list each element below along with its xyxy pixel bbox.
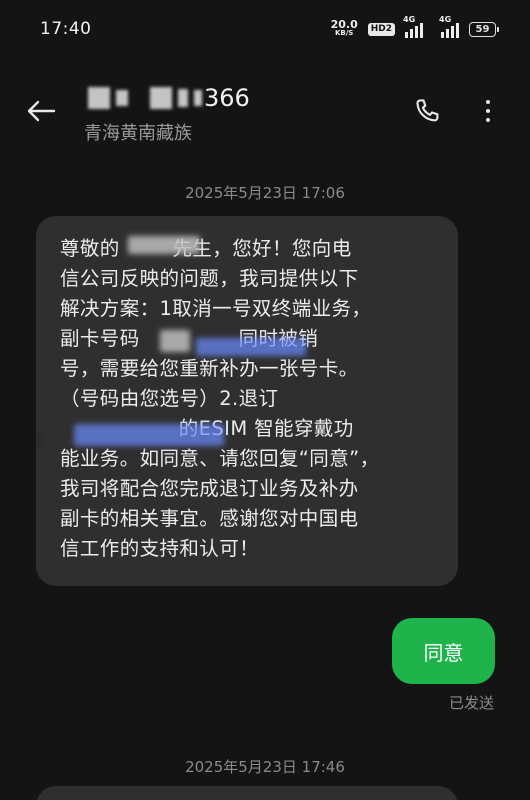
network-speed: 20.0 KB/S	[330, 18, 358, 38]
more-options-button[interactable]	[476, 94, 500, 128]
status-indicators: 20.0 KB/S HD2 4G 4G 59	[330, 15, 499, 38]
phone-icon	[416, 99, 439, 122]
selection-handle	[38, 431, 44, 449]
redaction-overlay	[196, 338, 306, 356]
status-bar: 17:40 20.0 KB/S HD2 4G 4G 59	[0, 0, 530, 58]
redaction-overlay	[128, 236, 200, 254]
battery-icon: 59	[469, 21, 499, 37]
incoming-message-bubble[interactable]	[36, 786, 458, 800]
incoming-message-bubble[interactable]: 尊敬的 先生，您好！您向电 信公司反映的问题，我司提供以下 解决方案：1取消一号…	[36, 216, 458, 586]
message-timestamp: 2025年5月23日 17:46	[185, 758, 345, 776]
redacted-digits	[116, 90, 128, 106]
back-button[interactable]	[24, 94, 58, 128]
sent-status: 已发送	[448, 694, 494, 712]
signal-sim1-icon: 4G	[403, 15, 423, 38]
redacted-digits	[194, 90, 202, 106]
outgoing-message-bubble[interactable]: 同意	[392, 618, 495, 684]
signal-sim2-icon: 4G	[439, 15, 459, 38]
hd-voice-icon: HD2	[367, 22, 395, 36]
redacted-digits	[178, 89, 188, 107]
redacted-digits	[150, 87, 172, 109]
battery-level: 59	[475, 23, 490, 35]
redacted-digits	[88, 87, 110, 109]
contact-number[interactable]: 366	[88, 84, 250, 112]
signal-sim2-label: 4G	[439, 15, 452, 24]
sms-conversation-screen: 17:40 20.0 KB/S HD2 4G 4G 59 366 青海黄南藏族 …	[0, 0, 530, 800]
status-time: 17:40	[40, 19, 92, 39]
conversation-header: 366 青海黄南藏族	[0, 70, 530, 160]
more-vertical-icon	[486, 100, 490, 104]
contact-location: 青海黄南藏族	[84, 123, 192, 144]
message-timestamp: 2025年5月23日 17:06	[185, 184, 345, 202]
redaction-overlay	[160, 330, 190, 352]
contact-number-suffix: 366	[204, 84, 250, 112]
signal-sim1-label: 4G	[403, 15, 416, 24]
outgoing-message-text: 同意	[423, 640, 464, 665]
network-speed-value: 20.0	[330, 18, 358, 31]
back-arrow-icon	[27, 100, 56, 122]
redaction-overlay	[74, 424, 224, 446]
network-speed-unit: KB/S	[334, 29, 354, 37]
call-button[interactable]	[412, 96, 442, 126]
incoming-message-text: 尊敬的 先生，您好！您向电 信公司反映的问题，我司提供以下 解决方案：1取消一号…	[60, 237, 380, 560]
